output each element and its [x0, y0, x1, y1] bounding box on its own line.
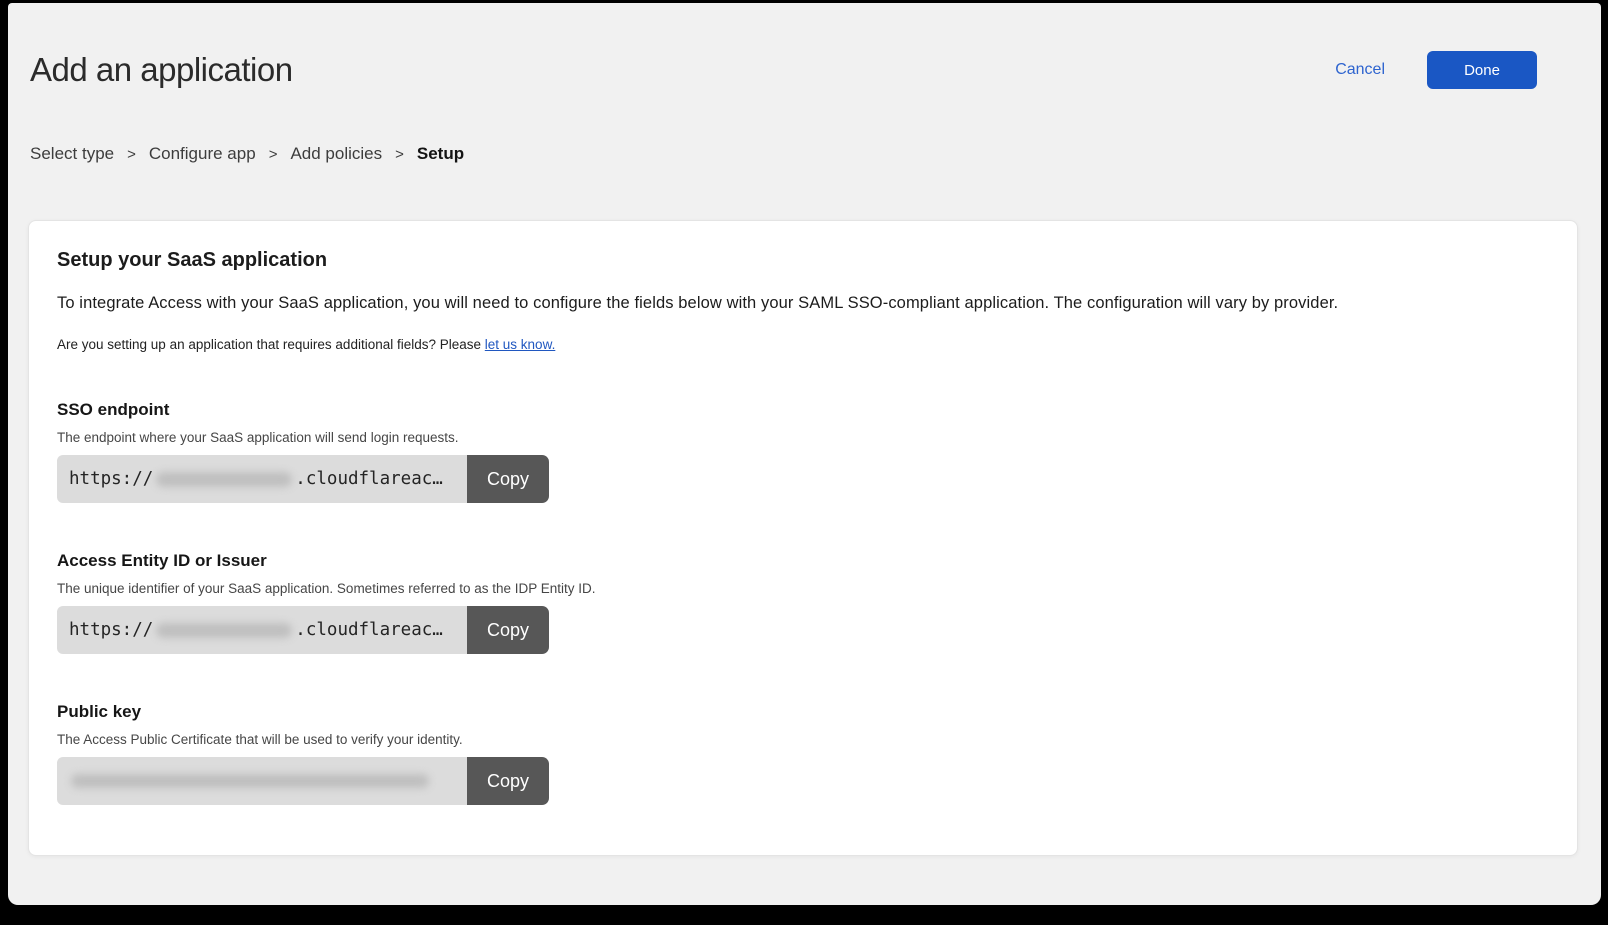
access-entity-id-field: https:// .cloudflareac… Copy	[57, 606, 549, 654]
access-entity-id-section: Access Entity ID or Issuer The unique id…	[57, 551, 1549, 654]
public-key-copy-button[interactable]: Copy	[467, 757, 549, 805]
card-note: Are you setting up an application that r…	[57, 337, 1549, 352]
breadcrumb-item-add-policies[interactable]: Add policies	[290, 144, 382, 164]
breadcrumb-separator: >	[127, 146, 136, 163]
sso-endpoint-section: SSO endpoint The endpoint where your Saa…	[57, 400, 1549, 503]
app-window: Add an application Cancel Done Select ty…	[8, 3, 1601, 905]
setup-card: Setup your SaaS application To integrate…	[28, 220, 1578, 856]
breadcrumb: Select type > Configure app > Add polici…	[8, 89, 1601, 164]
access-entity-id-description: The unique identifier of your SaaS appli…	[57, 581, 1549, 596]
breadcrumb-item-select-type[interactable]: Select type	[30, 144, 114, 164]
public-key-field: Copy	[57, 757, 549, 805]
breadcrumb-item-setup: Setup	[417, 144, 464, 164]
access-entity-id-copy-button[interactable]: Copy	[467, 606, 549, 654]
redacted-value	[71, 774, 429, 788]
access-entity-id-label: Access Entity ID or Issuer	[57, 551, 1549, 571]
done-button[interactable]: Done	[1427, 51, 1537, 89]
access-entity-id-value: https:// .cloudflareac…	[57, 606, 467, 654]
header-actions: Cancel Done	[1335, 51, 1537, 89]
sso-endpoint-label: SSO endpoint	[57, 400, 1549, 420]
breadcrumb-separator: >	[395, 146, 404, 163]
sso-endpoint-value-suffix: .cloudflareac…	[295, 469, 443, 489]
public-key-section: Public key The Access Public Certificate…	[57, 702, 1549, 805]
access-entity-id-value-prefix: https://	[69, 620, 153, 640]
card-heading: Setup your SaaS application	[57, 249, 1549, 272]
sso-endpoint-value: https:// .cloudflareac…	[57, 455, 467, 503]
breadcrumb-separator: >	[269, 146, 278, 163]
page-title: Add an application	[30, 51, 293, 89]
public-key-label: Public key	[57, 702, 1549, 722]
public-key-value	[57, 757, 467, 805]
public-key-description: The Access Public Certificate that will …	[57, 732, 1549, 747]
page-header: Add an application Cancel Done	[8, 3, 1601, 89]
sso-endpoint-field: https:// .cloudflareac… Copy	[57, 455, 549, 503]
redacted-value	[156, 472, 292, 487]
cancel-button[interactable]: Cancel	[1335, 61, 1385, 79]
breadcrumb-item-configure-app[interactable]: Configure app	[149, 144, 256, 164]
redacted-value	[156, 623, 292, 638]
sso-endpoint-description: The endpoint where your SaaS application…	[57, 430, 1549, 445]
card-note-text: Are you setting up an application that r…	[57, 337, 485, 352]
sso-endpoint-value-prefix: https://	[69, 469, 153, 489]
let-us-know-link[interactable]: let us know.	[485, 337, 556, 352]
sso-endpoint-copy-button[interactable]: Copy	[467, 455, 549, 503]
card-description: To integrate Access with your SaaS appli…	[57, 294, 1549, 313]
access-entity-id-value-suffix: .cloudflareac…	[295, 620, 443, 640]
